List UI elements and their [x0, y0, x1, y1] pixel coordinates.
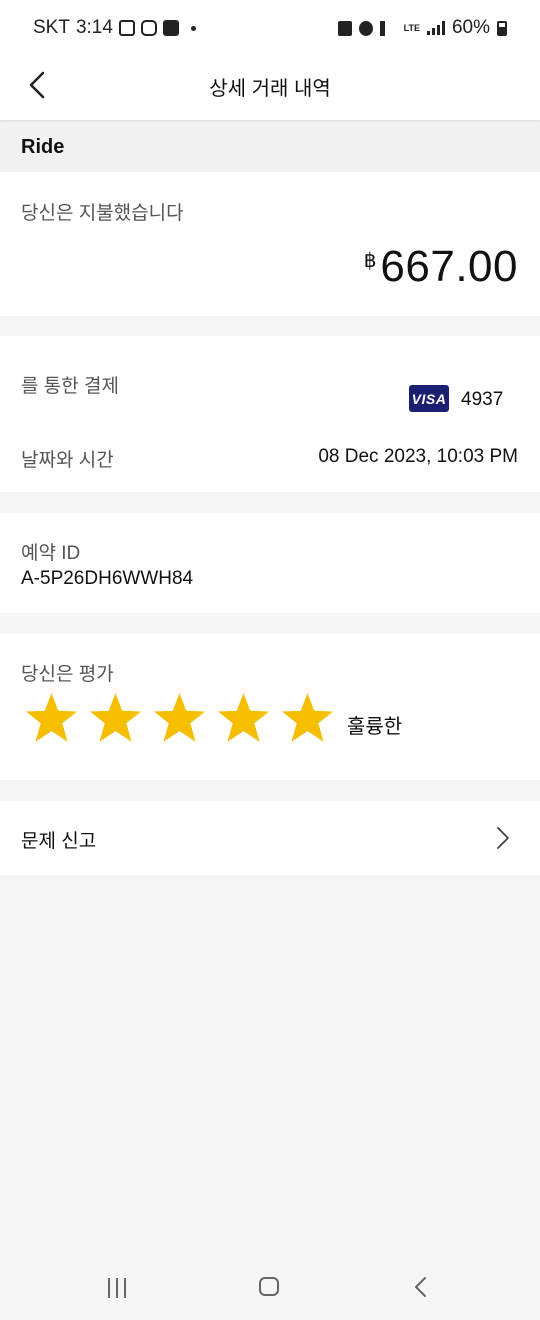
lte-indicator: LTE [403, 23, 420, 33]
booking-id-value: A-5P26DH6WWH84 [21, 568, 194, 589]
carrier: SKT [33, 17, 70, 38]
alarm-icon [358, 20, 373, 36]
home-button[interactable] [259, 1277, 279, 1296]
status-bar-left: SKT 3:14 [33, 17, 196, 39]
clock: 3:14 [75, 17, 113, 38]
star-icon [89, 693, 142, 742]
report-issue-row[interactable]: 문제 신고 [0, 801, 540, 875]
gallery-icon [118, 20, 135, 36]
datetime-value: 08 Dec 2023, 10:03 PM [318, 446, 518, 467]
visa-card-icon: VISA [409, 385, 449, 412]
status-bar-right: LTE 60% [337, 17, 507, 39]
star-icon [281, 693, 334, 742]
star-icon [25, 693, 78, 742]
app-b-icon [162, 20, 179, 36]
amount-value: 667.00 [380, 242, 518, 291]
system-back-button[interactable] [414, 1276, 428, 1298]
rating-text: 훌륭한 [347, 716, 403, 738]
status-bar: SKT 3:14 LTE 60% [0, 0, 540, 58]
card-brand: VISA [411, 390, 447, 407]
report-issue-label: 문제 신고 [21, 831, 97, 852]
paid-via-label: 를 통한 결제 [21, 376, 119, 397]
datetime-label: 날짜와 시간 [21, 450, 114, 471]
system-nav-bar [0, 1258, 540, 1320]
page-title: 상세 거래 내역 [209, 78, 331, 100]
chevron-right-icon [497, 827, 509, 849]
battery-saver-icon [337, 20, 352, 36]
amount-display: ฿ 667.00 [364, 242, 518, 292]
app-bar: 상세 거래 내역 [0, 58, 540, 120]
rating-card: 당신은 평가 훌륭한 [0, 634, 540, 780]
battery-icon [497, 20, 507, 36]
instagram-icon [140, 20, 157, 36]
battery-percent: 60% [451, 17, 490, 38]
rating-stars [24, 692, 335, 744]
mute-icon [379, 20, 397, 36]
signal-icon [426, 21, 445, 35]
currency-symbol: ฿ [363, 250, 377, 272]
paid-label: 당신은 지불했습니다 [21, 203, 184, 224]
payment-details-card: 를 통한 결제 VISA 4937 날짜와 시간 08 Dec 2023, 10… [0, 336, 540, 492]
section-title: Ride [21, 136, 65, 158]
recent-apps-button[interactable] [108, 1278, 126, 1298]
more-notifications-icon [190, 25, 196, 31]
star-icon [153, 693, 206, 742]
star-icon [217, 693, 270, 742]
section-header: Ride [0, 122, 540, 172]
card-last4: 4937 [461, 389, 504, 410]
booking-id-label: 예약 ID [21, 543, 81, 564]
rating-label: 당신은 평가 [21, 664, 114, 685]
booking-card: 예약 ID A-5P26DH6WWH84 [0, 513, 540, 613]
payment-card: 당신은 지불했습니다 ฿ 667.00 [0, 172, 540, 316]
